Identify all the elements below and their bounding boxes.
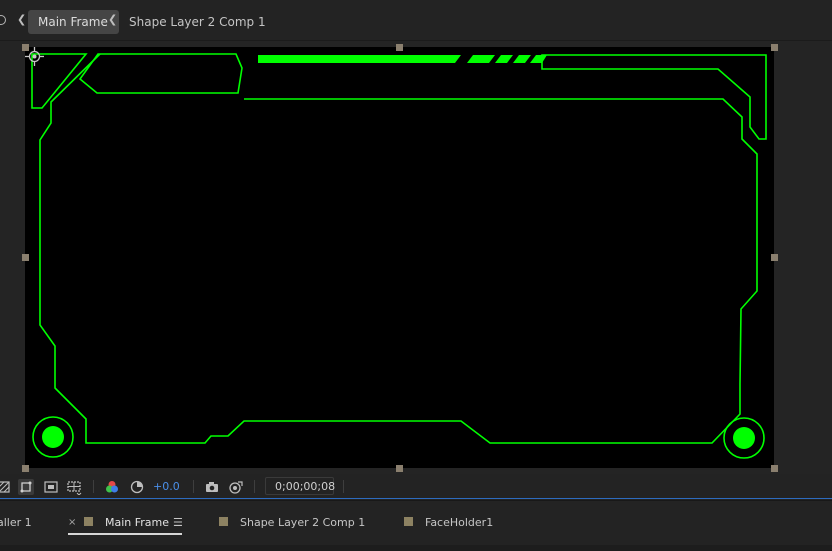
toolbar-divider [93, 480, 94, 493]
tab-shape-layer-comp[interactable]: Shape Layer 2 Comp 1 [219, 516, 365, 536]
mask-visibility-icon[interactable] [18, 479, 34, 495]
hud-corner-accent-right [541, 54, 767, 140]
timeline-tab-bar: aller 1 × Main Frame ☰ Shape Layer 2 Com… [0, 500, 832, 551]
hud-frame-graphic [31, 53, 767, 459]
composition-viewer[interactable] [0, 40, 832, 474]
active-tab-indicator [68, 533, 182, 535]
transform-handle-top[interactable] [396, 44, 403, 51]
close-tab-icon[interactable]: × [68, 517, 76, 528]
chevron-left-icon[interactable]: ❮ [108, 13, 117, 27]
current-time-field[interactable]: 0;00;00;08 [265, 477, 336, 495]
transform-handle-bottom-right[interactable] [771, 465, 778, 472]
viewer-toolbar: +0.0 0;00;00;08 [0, 474, 832, 499]
hud-dot-right [733, 427, 755, 449]
transform-handle-left[interactable] [22, 254, 29, 261]
channel-color-icon[interactable] [104, 479, 120, 495]
hud-outer-frame [39, 53, 758, 444]
hud-top-bar-segment [495, 55, 513, 63]
partial-circle-icon[interactable] [0, 15, 6, 25]
transform-handle-bottom[interactable] [396, 465, 403, 472]
show-snapshot-icon[interactable] [228, 479, 244, 495]
transparency-grid-icon[interactable] [0, 479, 12, 495]
camera-snapshot-icon[interactable] [204, 479, 220, 495]
tab-main-frame-label: Main Frame [105, 516, 170, 529]
chevron-left-icon[interactable]: ❮ [17, 13, 26, 27]
toolbar-divider [254, 480, 255, 493]
hud-top-bar-segment [513, 55, 531, 63]
breadcrumb-main-frame[interactable]: Main Frame [28, 10, 119, 34]
transform-handle-right[interactable] [771, 254, 778, 261]
breadcrumb-main-frame-label: Main Frame [38, 15, 108, 29]
toolbar-divider [193, 480, 194, 493]
hud-top-bar-segment [530, 55, 547, 63]
label-color-swatch [219, 517, 228, 526]
current-time-value: 0;00;00;08 [275, 480, 336, 493]
tab-shape-layer-comp-label: Shape Layer 2 Comp 1 [240, 516, 366, 529]
breadcrumb-shape-layer-comp[interactable]: Shape Layer 2 Comp 1 [129, 15, 266, 29]
panel-bottom-edge [0, 545, 832, 551]
reset-exposure-icon[interactable] [129, 479, 145, 495]
transform-handle-bottom-left[interactable] [22, 465, 29, 472]
toolbar-divider [343, 480, 344, 493]
label-color-swatch [404, 517, 413, 526]
hud-header-tab [78, 53, 243, 94]
tab-menu-icon[interactable]: ☰ [173, 516, 183, 529]
grid-guide-options-icon[interactable] [66, 479, 82, 495]
exposure-value[interactable]: +0.0 [153, 480, 180, 493]
region-of-interest-icon[interactable] [43, 479, 59, 495]
tab-partial-label: aller 1 [0, 516, 32, 529]
hud-top-bar-segment [467, 55, 495, 63]
transform-handle-top-right[interactable] [771, 44, 778, 51]
hud-top-bar [258, 55, 461, 63]
hud-dot-left [42, 426, 64, 448]
transform-handle-top-left[interactable] [22, 44, 29, 51]
tab-faceholder-label: FaceHolder1 [425, 516, 494, 529]
composition-canvas[interactable] [25, 47, 774, 468]
label-color-swatch [84, 517, 93, 526]
tab-faceholder[interactable]: FaceHolder1 [404, 516, 499, 536]
breadcrumb-bar: ❮ Main Frame ❮ Shape Layer 2 Comp 1 [0, 0, 832, 40]
